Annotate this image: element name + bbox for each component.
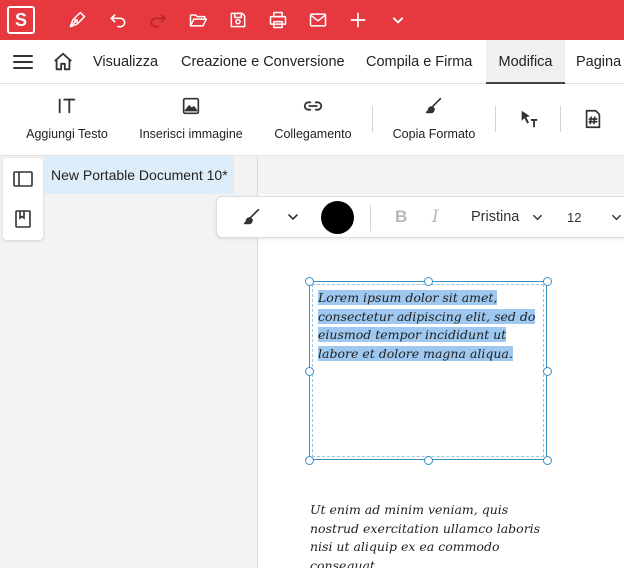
format-brush-icon[interactable] [241,197,263,237]
select-text-tool-button[interactable] [515,84,543,156]
sidebar-toggle-icon[interactable] [12,168,34,190]
format-bar-separator [370,205,371,231]
resize-handle[interactable] [543,367,552,376]
redo-icon [144,6,172,34]
tab-creazione-conversione[interactable]: Creazione e Conversione [181,40,345,84]
font-size-chevron-icon[interactable] [611,197,622,237]
bookmark-icon[interactable] [12,208,34,230]
body-paragraph[interactable]: Ut enim ad minim veniam, quis nostrud ex… [310,501,560,568]
insert-image-label: Inserisci immagine [139,127,243,141]
toolbar-separator [372,106,373,132]
copy-format-label: Copia Formato [392,127,476,141]
chevron-down-icon[interactable] [384,6,412,34]
side-tool-strip [3,158,43,240]
add-text-label: Aggiungi Testo [26,127,108,141]
plus-icon[interactable] [344,6,372,34]
hash-page-icon [582,108,604,130]
add-text-icon [56,95,78,117]
link-label: Collegamento [274,127,352,141]
folder-open-icon[interactable] [184,6,212,34]
hamburger-menu-icon[interactable] [12,52,34,72]
italic-button[interactable]: I [432,197,439,237]
brush-icon [423,95,445,117]
bold-button[interactable]: B [395,197,407,237]
resize-handle[interactable] [305,456,314,465]
toolbar-separator [495,106,496,132]
text-format-bar: B I Pristina 12 [216,196,624,238]
mail-icon[interactable] [304,6,332,34]
link-icon [302,95,324,117]
font-family-chevron-icon[interactable] [532,197,543,237]
save-icon[interactable] [224,6,252,34]
pen-icon[interactable] [63,6,91,34]
resize-handle[interactable] [543,456,552,465]
toolbar-separator [560,106,561,132]
selected-paragraph[interactable]: Lorem ipsum dolor sit amet, consectetur … [318,289,543,363]
copy-format-button[interactable]: Copia Formato [388,84,480,156]
tab-pagina[interactable]: Pagina [576,40,621,84]
print-icon[interactable] [264,6,292,34]
tab-modifica[interactable]: Modifica [486,40,565,84]
undo-icon[interactable] [104,6,132,34]
menu-bar: Visualizza Creazione e Conversione Compi… [0,40,624,84]
insert-image-button[interactable]: Inserisci immagine [134,84,248,156]
home-icon[interactable] [52,51,74,73]
resize-handle[interactable] [305,277,314,286]
link-button[interactable]: Collegamento [268,84,358,156]
font-family-select[interactable]: Pristina [471,197,519,237]
add-text-button[interactable]: Aggiungi Testo [22,84,112,156]
brush-options-chevron-icon[interactable] [287,197,299,237]
edit-toolbar: Aggiungi Testo Inserisci immagine Colleg… [0,84,624,156]
resize-handle[interactable] [424,277,433,286]
title-bar: S [0,0,624,40]
text-color-swatch[interactable] [321,197,354,237]
font-size-select[interactable]: 12 [567,197,581,237]
select-text-icon [518,108,540,130]
page-number-button[interactable] [580,84,606,156]
tab-compila-firma[interactable]: Compila e Firma [366,40,472,84]
resize-handle[interactable] [543,277,552,286]
app-logo[interactable]: S [7,6,35,34]
document-tab[interactable]: New Portable Document 10* [44,156,234,194]
resize-handle[interactable] [305,367,314,376]
tab-visualizza[interactable]: Visualizza [93,40,158,84]
resize-handle[interactable] [424,456,433,465]
image-icon [180,95,202,117]
